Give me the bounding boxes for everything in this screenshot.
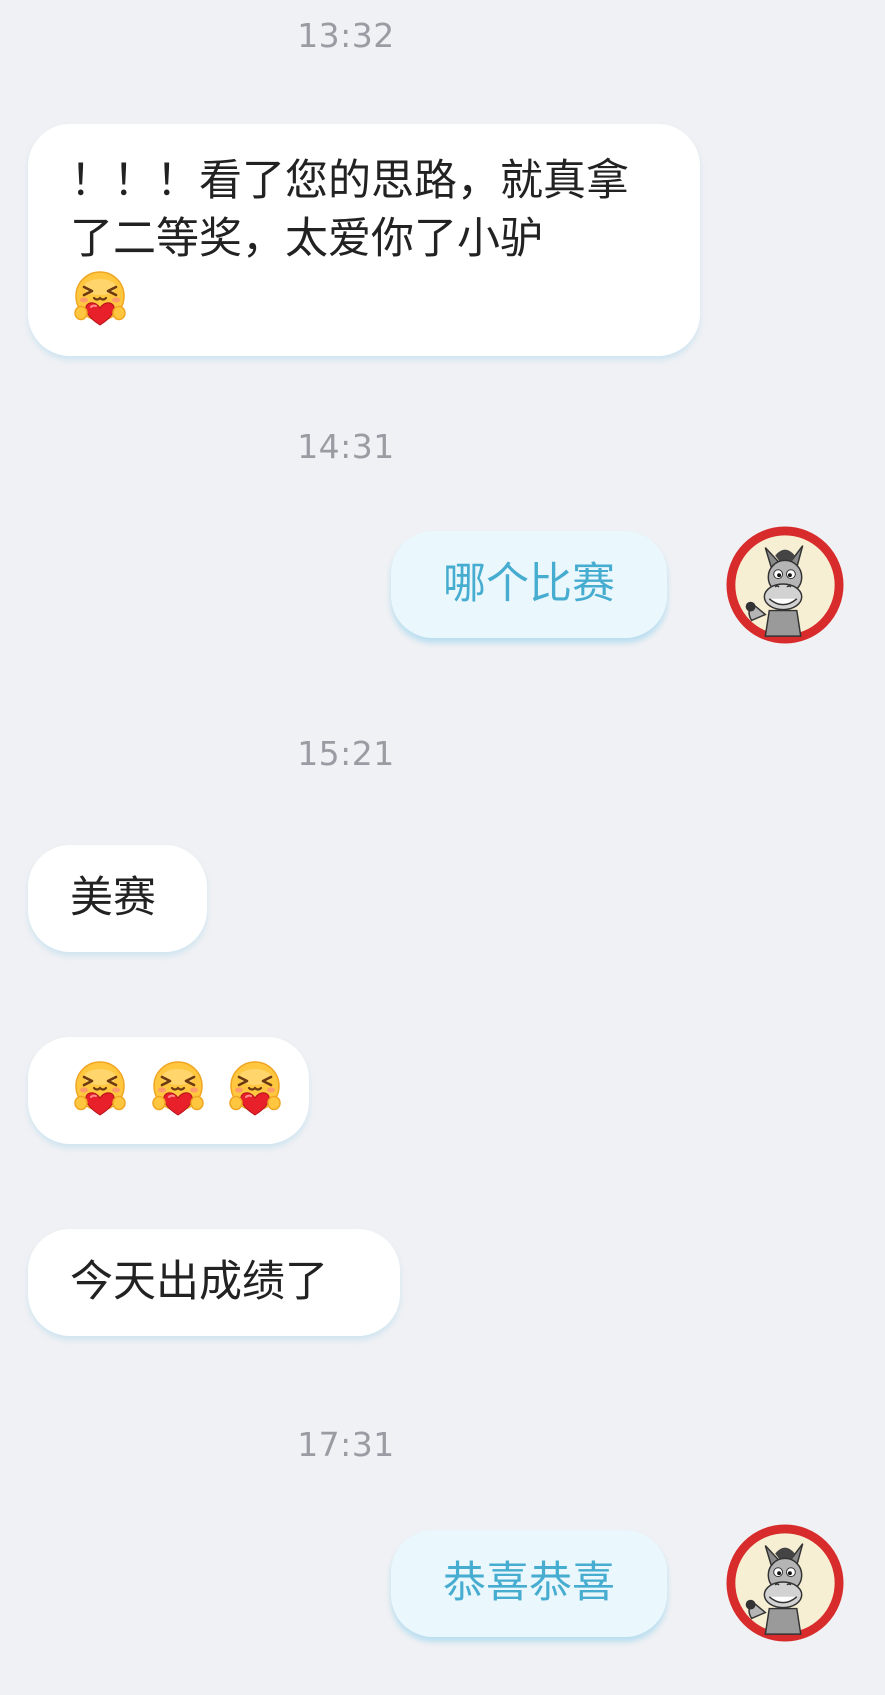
message-bubble[interactable]: 美赛 <box>28 845 207 952</box>
timestamp: 17:31 <box>297 1425 395 1464</box>
message-bubble[interactable]: ！！！看了您的思路，就真拿了二等奖，太爱你了小驴 <box>28 124 700 356</box>
timestamp: 13:32 <box>297 16 395 55</box>
message-text: ！！！看了您的思路，就真拿了二等奖，太爱你了小驴 <box>70 156 629 264</box>
heart-hug-emoji-icon <box>70 269 130 329</box>
message-bubble[interactable]: 今天出成绩了 <box>28 1229 400 1336</box>
message-text: 美赛 <box>70 873 156 923</box>
message-bubble[interactable]: 哪个比赛 <box>391 531 667 638</box>
heart-hug-emoji-icon <box>225 1059 285 1119</box>
timestamp: 14:31 <box>297 427 395 466</box>
message-bubble[interactable]: 恭喜恭喜 <box>391 1530 667 1637</box>
heart-hug-emoji-icon <box>148 1059 208 1119</box>
heart-hug-emoji-icon <box>70 1059 130 1119</box>
donkey-avatar-icon[interactable] <box>726 1524 844 1642</box>
timestamp: 15:21 <box>297 734 395 773</box>
message-text: 恭喜恭喜 <box>443 1558 615 1608</box>
message-bubble[interactable] <box>28 1037 309 1144</box>
donkey-avatar-icon[interactable] <box>726 526 844 644</box>
message-text: 哪个比赛 <box>443 559 615 609</box>
message-text: 今天出成绩了 <box>70 1257 328 1307</box>
